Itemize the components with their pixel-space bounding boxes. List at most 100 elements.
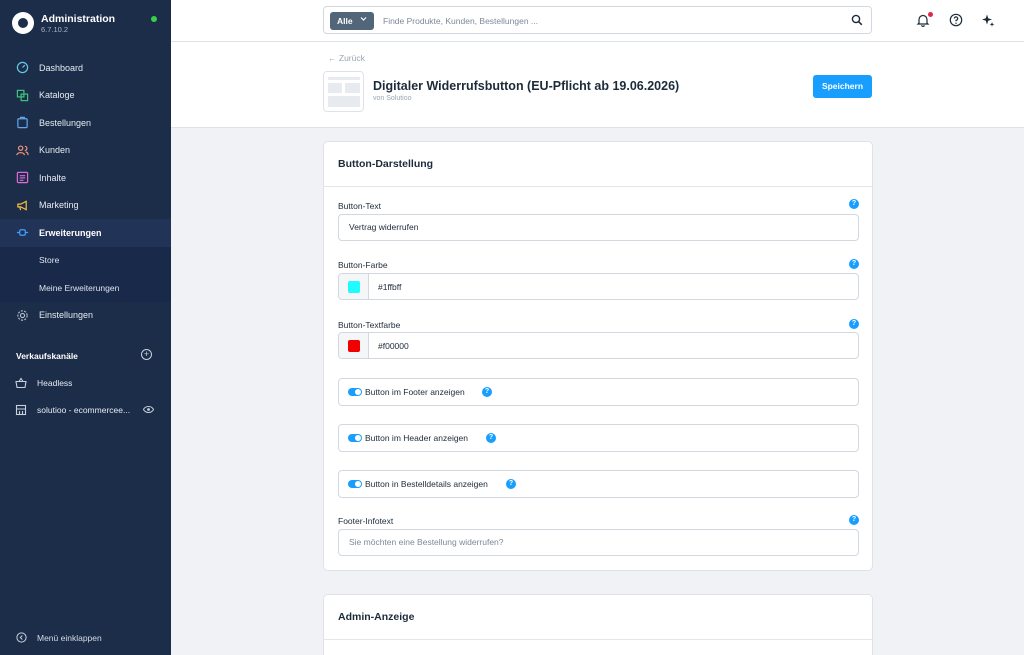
- card-button-display: Button-Darstellung Button-Text ? Vertrag…: [323, 141, 873, 571]
- button-textcolor-value[interactable]: #f00000: [378, 341, 409, 351]
- sidebar-item-bestellungen[interactable]: Bestellungen: [0, 109, 171, 137]
- button-text-label: Button-Text: [338, 201, 381, 211]
- users-icon: [15, 143, 29, 157]
- footer-infotext-input[interactable]: Sie möchten eine Bestellung widerrufen?: [338, 529, 859, 556]
- help-icon[interactable]: ?: [849, 319, 859, 329]
- help-icon[interactable]: ?: [849, 259, 859, 269]
- sidebar-item-label: Erweiterungen: [39, 227, 102, 238]
- toggle-orderdetails-label: Button in Bestelldetails anzeigen: [365, 479, 488, 489]
- main-nav: Dashboard Kataloge Bestellungen Kunden I…: [0, 54, 171, 329]
- add-sales-channel-icon[interactable]: +: [141, 349, 152, 360]
- basket-icon: [15, 377, 27, 389]
- button-textcolor-field[interactable]: #f00000: [338, 332, 859, 359]
- version-label: 6.7.10.2: [41, 25, 69, 34]
- status-dot-icon: [151, 16, 157, 22]
- help-icon[interactable]: [949, 13, 964, 28]
- card-title: Button-Darstellung: [338, 158, 434, 170]
- sidebar-item-label: Kunden: [39, 145, 71, 156]
- back-link[interactable]: ← Zurück: [328, 53, 365, 63]
- toggle-footer-switch[interactable]: [348, 388, 362, 396]
- topbar: Alle Finde Produkte, Kunden, Bestellunge…: [171, 0, 1024, 42]
- button-text-input[interactable]: Vertrag widerrufen: [338, 214, 859, 241]
- vendor-label: von Solutioo: [373, 95, 412, 102]
- back-link-label: Zurück: [338, 53, 365, 63]
- content-icon: [15, 171, 29, 185]
- help-icon[interactable]: ?: [849, 199, 859, 209]
- card-divider: [324, 186, 872, 187]
- button-color-label: Button-Farbe: [338, 260, 388, 270]
- button-textcolor-label: Button-Textfarbe: [338, 320, 401, 330]
- chevron-down-icon: [360, 15, 367, 24]
- toggle-header-label: Button im Header anzeigen: [365, 433, 469, 443]
- sales-channels-heading-label: Verkaufskanäle: [16, 351, 78, 361]
- toggle-orderdetails-switch[interactable]: [348, 480, 362, 488]
- collapse-menu-button[interactable]: Menü einklappen: [16, 632, 102, 643]
- help-icon[interactable]: ?: [486, 433, 496, 443]
- megaphone-icon: [15, 198, 29, 212]
- extension-thumbnail: [323, 71, 364, 112]
- sidebar: Administration 6.7.10.2 Dashboard Katalo…: [0, 0, 171, 655]
- sidebar-item-inhalte[interactable]: Inhalte: [0, 164, 171, 192]
- sales-channel-headless[interactable]: Headless: [15, 375, 160, 391]
- sidebar-item-erweiterungen[interactable]: Erweiterungen: [0, 219, 171, 247]
- global-search[interactable]: Alle Finde Produkte, Kunden, Bestellunge…: [323, 6, 872, 34]
- toggle-footer-label: Button im Footer anzeigen: [365, 387, 465, 397]
- color-picker-toggle[interactable]: [339, 274, 369, 299]
- sidebar-item-label: Bestellungen: [39, 117, 92, 128]
- gear-icon: [15, 308, 29, 322]
- eye-icon[interactable]: [142, 405, 155, 416]
- collapse-menu-label: Menü einklappen: [37, 632, 102, 643]
- storefront-icon: [15, 404, 27, 416]
- sidebar-item-marketing[interactable]: Marketing: [0, 192, 171, 220]
- footer-infotext-label: Footer-Infotext: [338, 516, 394, 526]
- chevron-left-circle-icon: [16, 632, 27, 643]
- search-type-label: Alle: [337, 16, 353, 26]
- help-icon[interactable]: ?: [849, 515, 859, 525]
- shopping-bag-icon: [15, 116, 29, 130]
- sidebar-item-einstellungen[interactable]: Einstellungen: [0, 302, 171, 330]
- sidebar-subitem-store[interactable]: Store: [0, 246, 171, 274]
- sales-channel-storefront[interactable]: solutioo - ecommercee...: [15, 402, 160, 418]
- notification-badge: [928, 12, 933, 17]
- brand-title: Administration: [41, 13, 116, 25]
- catalog-icon: [15, 88, 29, 102]
- sales-channels-heading: Verkaufskanäle +: [16, 349, 156, 361]
- button-color-value[interactable]: #1ffbff: [378, 282, 401, 292]
- gauge-icon: [15, 61, 29, 75]
- sidebar-item-kunden[interactable]: Kunden: [0, 137, 171, 165]
- button-color-field[interactable]: #1ffbff: [338, 273, 859, 300]
- card-divider: [324, 639, 872, 640]
- sidebar-subitem-meine-erweiterungen[interactable]: Meine Erweiterungen: [0, 274, 171, 302]
- toggle-header-switch[interactable]: [348, 434, 362, 442]
- sidebar-item-label: Marketing: [39, 200, 79, 211]
- shopware-logo-icon: [12, 12, 34, 34]
- color-swatch-icon: [348, 340, 360, 352]
- toggle-orderdetails-box: Button in Bestelldetails anzeigen ?: [338, 470, 859, 498]
- arrow-left-icon: ←: [328, 53, 339, 63]
- card-admin-display: Admin-Anzeige: [323, 594, 873, 655]
- color-swatch-icon: [348, 281, 360, 293]
- help-icon[interactable]: ?: [482, 387, 492, 397]
- card-title: Admin-Anzeige: [338, 611, 415, 623]
- sidebar-item-label: Inhalte: [39, 172, 67, 183]
- save-button[interactable]: Speichern: [813, 75, 872, 98]
- sales-channel-label: Headless: [37, 378, 73, 388]
- color-picker-toggle[interactable]: [339, 333, 369, 358]
- sidebar-item-kataloge[interactable]: Kataloge: [0, 82, 171, 110]
- plug-icon: [15, 226, 29, 240]
- brand[interactable]: Administration 6.7.10.2: [12, 11, 162, 37]
- sidebar-item-label: Einstellungen: [39, 310, 94, 321]
- toggle-header-box: Button im Header anzeigen ?: [338, 424, 859, 452]
- search-input[interactable]: Finde Produkte, Kunden, Bestellungen ...: [383, 16, 538, 26]
- sidebar-item-label: Dashboard: [39, 62, 84, 73]
- search-icon[interactable]: [851, 14, 863, 29]
- sales-channel-label: solutioo - ecommercee...: [37, 405, 131, 415]
- sidebar-item-label: Kataloge: [39, 90, 75, 101]
- search-type-select[interactable]: Alle: [330, 12, 374, 30]
- toggle-footer-box: Button im Footer anzeigen ?: [338, 378, 859, 406]
- help-icon[interactable]: ?: [506, 479, 516, 489]
- sidebar-item-dashboard[interactable]: Dashboard: [0, 54, 171, 82]
- page-title: Digitaler Widerrufsbutton (EU-Pflicht ab…: [373, 79, 680, 93]
- sparkle-icon[interactable]: [981, 13, 996, 28]
- page-header: ← Zurück Digitaler Widerrufsbutton (EU-P…: [171, 42, 1024, 128]
